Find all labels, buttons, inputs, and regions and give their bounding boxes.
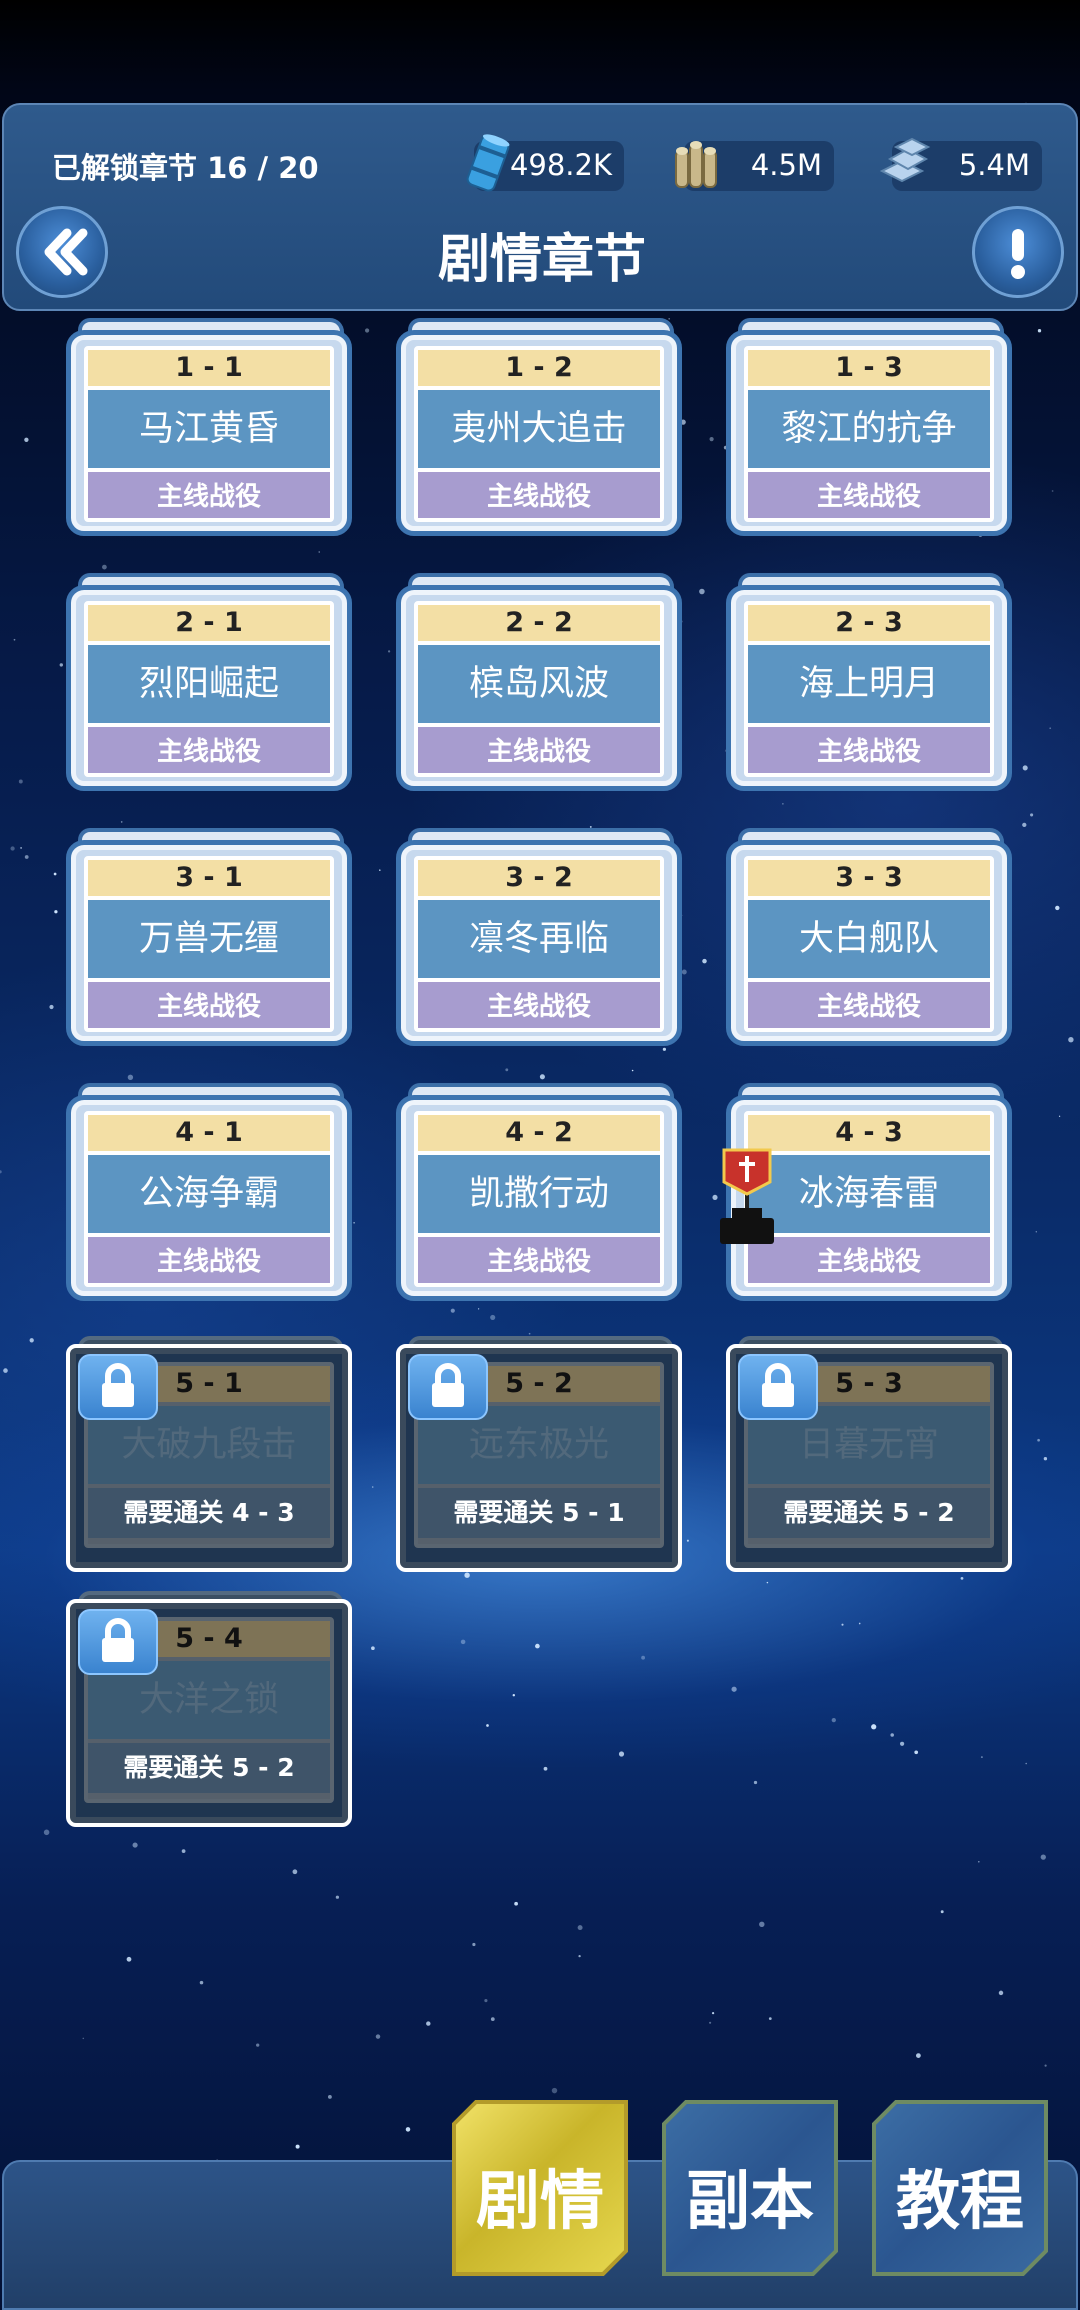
chapter-card[interactable]: 2 - 3 海上明月 主线战役 (724, 573, 1014, 793)
chapter-tag: 主线战役 (88, 982, 330, 1028)
oil-value: 498.2K (509, 148, 612, 182)
chapter-name: 万兽无缰 (88, 900, 330, 978)
chapter-name: 冰海春雷 (748, 1155, 990, 1233)
card-body: 1 - 2 夷州大追击 主线战役 (414, 346, 664, 522)
chapter-name: 海上明月 (748, 645, 990, 723)
unlocked-chapters-count: 已解锁章节 16 / 20 (52, 151, 319, 185)
chapter-card[interactable]: 5 - 4 大洋之锁 需要通关 5 - 2 (64, 1591, 354, 1827)
chapter-card[interactable]: 5 - 3 日暮无宵 需要通关 5 - 2 (724, 1336, 1014, 1572)
chapter-code: 2 - 3 (748, 605, 990, 641)
chapter-card[interactable]: 3 - 2 凛冬再临 主线战役 (394, 828, 684, 1048)
card-body: 3 - 3 大白舰队 主线战役 (744, 856, 994, 1032)
ammo-resource: 4.5M (675, 141, 834, 191)
tab-story-label: 剧情 (476, 2165, 604, 2239)
card-body: 4 - 2 凯撒行动 主线战役 (414, 1111, 664, 1287)
double-chevron-left-icon (44, 228, 88, 276)
page-title: 剧情章节 (437, 230, 646, 290)
card-body: 4 - 1 公海争霸 主线战役 (84, 1111, 334, 1287)
chapter-code: 1 - 1 (88, 350, 330, 386)
chapter-name: 槟岛风波 (418, 645, 660, 723)
card-body: 3 - 1 万兽无缰 主线战役 (84, 856, 334, 1032)
chapter-tag: 主线战役 (418, 982, 660, 1028)
chapter-card[interactable]: 2 - 1 烈阳崛起 主线战役 (64, 573, 354, 793)
chapter-tag: 主线战役 (88, 727, 330, 773)
info-button[interactable] (972, 206, 1064, 298)
steel-resource: 5.4M (879, 137, 1042, 191)
tab-dungeon[interactable]: 副本 (662, 2100, 838, 2276)
tab-dungeon-label: 副本 (686, 2165, 814, 2239)
steel-value: 5.4M (958, 148, 1030, 182)
chapter-code: 4 - 3 (748, 1115, 990, 1151)
chapter-tag: 需要通关 4 - 3 (88, 1488, 330, 1538)
back-button[interactable] (16, 206, 108, 298)
chapter-name: 公海争霸 (88, 1155, 330, 1233)
chapter-card[interactable]: 3 - 1 万兽无缰 主线战役 (64, 828, 354, 1048)
ammo-value: 4.5M (750, 148, 822, 182)
chapter-name: 马江黄昏 (88, 390, 330, 468)
chapter-card[interactable]: 1 - 2 夷州大追击 主线战役 (394, 318, 684, 538)
chapter-name: 凛冬再临 (418, 900, 660, 978)
chapter-tag: 需要通关 5 - 2 (88, 1743, 330, 1793)
chapter-code: 3 - 1 (88, 860, 330, 896)
oil-resource: 498.2K (466, 134, 624, 192)
chapter-tag: 主线战役 (418, 472, 660, 518)
tab-tutorial[interactable]: 教程 (872, 2100, 1048, 2276)
chapter-tag: 需要通关 5 - 2 (748, 1488, 990, 1538)
chapter-name: 大白舰队 (748, 900, 990, 978)
chapter-name: 凯撒行动 (418, 1155, 660, 1233)
chapter-tag: 主线战役 (748, 982, 990, 1028)
chapter-tag: 主线战役 (748, 727, 990, 773)
chapter-card[interactable]: 1 - 1 马江黄昏 主线战役 (64, 318, 354, 538)
ammo-shells-icon (675, 141, 717, 188)
tab-story[interactable]: 剧情 (452, 2100, 628, 2276)
chapter-tag: 主线战役 (748, 472, 990, 518)
chapter-name: 夷州大追击 (418, 390, 660, 468)
chapter-tag: 主线战役 (88, 472, 330, 518)
chapter-code: 4 - 1 (88, 1115, 330, 1151)
chapter-tag: 主线战役 (418, 1237, 660, 1283)
chapter-code: 3 - 2 (418, 860, 660, 896)
chapter-card[interactable]: 3 - 3 大白舰队 主线战役 (724, 828, 1014, 1048)
chapter-tag: 需要通关 5 - 1 (418, 1488, 660, 1538)
chapter-card[interactable]: 5 - 2 远东极光 需要通关 5 - 1 (394, 1336, 684, 1572)
chapter-code: 2 - 2 (418, 605, 660, 641)
chapter-card[interactable]: 4 - 1 公海争霸 主线战役 (64, 1083, 354, 1303)
chapter-code: 1 - 2 (418, 350, 660, 386)
card-body: 2 - 1 烈阳崛起 主线战役 (84, 601, 334, 777)
tab-tutorial-label: 教程 (896, 2165, 1024, 2239)
top-header: 已解锁章节 16 / 20 498.2K 4.5M 5.4M 剧情章节 (2, 103, 1078, 311)
chapter-card[interactable]: 1 - 3 黎江的抗争 主线战役 (724, 318, 1014, 538)
chapter-tag: 主线战役 (418, 727, 660, 773)
chapter-card[interactable]: 4 - 2 凯撒行动 主线战役 (394, 1083, 684, 1303)
card-body: 3 - 2 凛冬再临 主线战役 (414, 856, 664, 1032)
chapter-code: 1 - 3 (748, 350, 990, 386)
card-body: 1 - 3 黎江的抗争 主线战役 (744, 346, 994, 522)
chapter-tag: 主线战役 (748, 1237, 990, 1283)
lock-badge (408, 1354, 488, 1420)
fleet-flag-marker-icon (720, 1148, 774, 1244)
lock-icon (102, 1363, 134, 1407)
lock-icon (762, 1363, 794, 1407)
lock-icon (102, 1618, 134, 1662)
card-body: 2 - 2 槟岛风波 主线战役 (414, 601, 664, 777)
chapter-name: 黎江的抗争 (748, 390, 990, 468)
lock-icon (432, 1363, 464, 1407)
chapter-name: 烈阳崛起 (88, 645, 330, 723)
chapter-card[interactable]: 5 - 1 大破九段击 需要通关 4 - 3 (64, 1336, 354, 1572)
chapter-code: 3 - 3 (748, 860, 990, 896)
chapter-code: 2 - 1 (88, 605, 330, 641)
steel-icon (879, 137, 931, 183)
card-body: 1 - 1 马江黄昏 主线战役 (84, 346, 334, 522)
chapter-tag: 主线战役 (88, 1237, 330, 1283)
lock-badge (78, 1354, 158, 1420)
card-body: 2 - 3 海上明月 主线战役 (744, 601, 994, 777)
lock-badge (738, 1354, 818, 1420)
lock-badge (78, 1609, 158, 1675)
chapter-code: 4 - 2 (418, 1115, 660, 1151)
chapter-card[interactable]: 2 - 2 槟岛风波 主线战役 (394, 573, 684, 793)
exclamation-icon (1011, 229, 1025, 279)
